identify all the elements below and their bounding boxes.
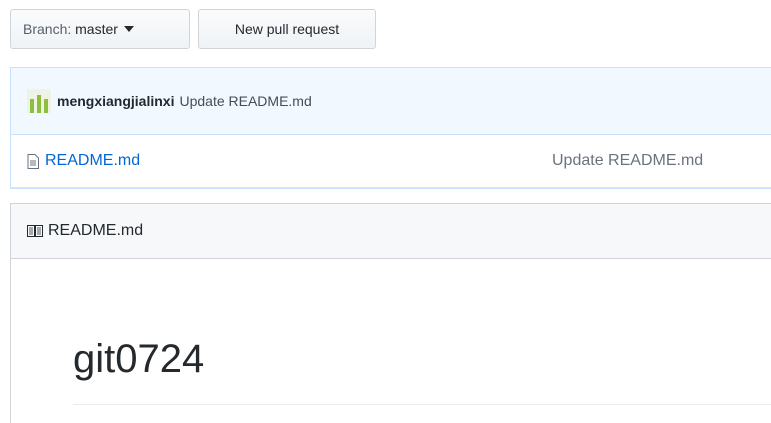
commit-author-link[interactable]: mengxiangjialinxi [57, 93, 174, 109]
repository-page: Branch: master New pull request mengxian… [0, 0, 771, 423]
file-row: README.md Update README.md [11, 135, 771, 188]
file-name-link[interactable]: README.md [45, 152, 140, 170]
branch-prefix-label: Branch: [23, 21, 72, 37]
commit-message-link[interactable]: Update README.md [179, 93, 311, 109]
file-list-box: mengxiangjialinxi Update README.md READM… [10, 67, 771, 189]
branch-select-button[interactable]: Branch: master [10, 9, 190, 49]
readme-header: README.md [11, 204, 771, 259]
file-icon [27, 153, 39, 169]
title-divider [73, 404, 771, 405]
new-pull-request-button[interactable]: New pull request [198, 9, 376, 49]
file-commit-message-link[interactable]: Update README.md [552, 152, 703, 170]
branch-name-label: master [75, 21, 118, 37]
book-icon [27, 225, 43, 237]
caret-down-icon [123, 26, 134, 32]
readme-header-label: README.md [48, 222, 144, 239]
latest-commit-bar: mengxiangjialinxi Update README.md [11, 68, 771, 135]
readme-title: git0724 [73, 337, 205, 381]
avatar[interactable] [27, 89, 51, 113]
repo-toolbar: Branch: master New pull request [10, 9, 376, 49]
readme-box: README.md git0724 [10, 203, 771, 423]
